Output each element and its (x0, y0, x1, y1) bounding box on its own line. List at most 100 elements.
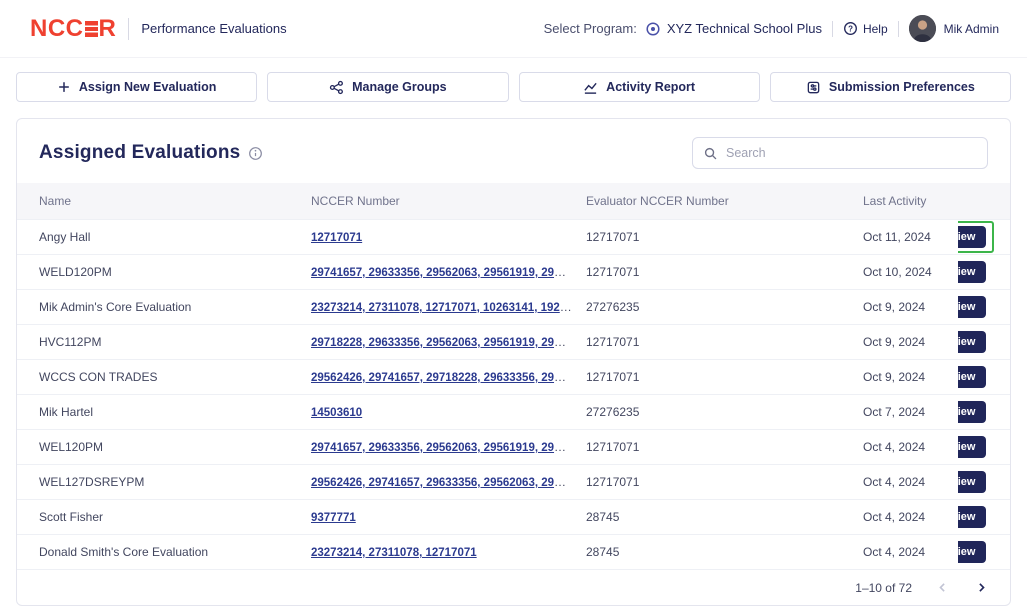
nccer-number-link[interactable]: 29562426, 29741657, 29718228, 29633356, … (311, 370, 586, 384)
table-row: WELD120PM 29741657, 29633356, 29562063, … (17, 254, 1010, 289)
logo-text-suffix: R (99, 15, 117, 43)
last-activity: Oct 4, 2024 (863, 475, 958, 489)
evaluation-name: WELD120PM (39, 265, 311, 279)
app-title: Performance Evaluations (141, 21, 286, 36)
evaluator-nccer-number: 12717071 (586, 370, 863, 384)
header-divider (898, 21, 899, 37)
table-header: Name NCCER Number Evaluator NCCER Number… (17, 183, 1010, 219)
user-menu[interactable]: Mik Admin (909, 15, 999, 42)
activity-report-label: Activity Report (606, 80, 695, 94)
logo-text-prefix: NCC (30, 15, 84, 43)
evaluator-nccer-number: 12717071 (586, 475, 863, 489)
evaluation-name: HVC112PM (39, 335, 311, 349)
activity-report-button[interactable]: Activity Report (519, 72, 760, 102)
view-button[interactable]: View (958, 296, 986, 318)
view-button-highlight: View (958, 501, 994, 533)
user-name: Mik Admin (944, 22, 999, 36)
help-button[interactable]: ? Help (843, 21, 888, 36)
evaluation-name: Scott Fisher (39, 510, 311, 524)
header-divider (128, 18, 129, 40)
previous-page-button[interactable] (934, 579, 951, 596)
evaluator-nccer-number: 12717071 (586, 440, 863, 454)
table-row: Scott Fisher 9377771 28745 Oct 4, 2024 V… (17, 499, 1010, 534)
program-target-icon (645, 21, 661, 37)
evaluation-name: Mik Hartel (39, 405, 311, 419)
view-button[interactable]: View (958, 226, 986, 248)
pagination-bar: 1–10 of 72 (17, 569, 1010, 605)
view-button-highlight: View (958, 256, 994, 288)
help-icon: ? (843, 21, 858, 36)
pagination-range: 1–10 of 72 (855, 581, 912, 595)
view-button-highlight: View (958, 326, 994, 358)
evaluation-name: WCCS CON TRADES (39, 370, 311, 384)
svg-text:?: ? (848, 24, 853, 33)
nccer-number-link[interactable]: 14503610 (311, 407, 362, 419)
table-row: Angy Hall 12717071 12717071 Oct 11, 2024… (17, 219, 1010, 254)
last-activity: Oct 4, 2024 (863, 510, 958, 524)
nccer-number-link[interactable]: 29718228, 29633356, 29562063, 29561919, … (311, 335, 586, 349)
view-button-highlight: View (958, 431, 994, 463)
evaluation-name: Donald Smith's Core Evaluation (39, 545, 311, 559)
assign-new-evaluation-button[interactable]: Assign New Evaluation (16, 72, 257, 102)
view-button-highlight: View (958, 396, 994, 428)
search-input[interactable] (726, 146, 977, 160)
view-button[interactable]: View (958, 261, 986, 283)
manage-groups-label: Manage Groups (352, 80, 446, 94)
nccer-logo: NCC R (30, 15, 116, 43)
view-button[interactable]: View (958, 471, 986, 493)
page-title: Assigned Evaluations (39, 142, 240, 164)
nccer-number-link[interactable]: 23273214, 27311078, 12717071, 10263141, … (311, 300, 586, 314)
view-button[interactable]: View (958, 401, 986, 423)
logo-e-icon (85, 21, 98, 37)
view-button[interactable]: View (958, 331, 986, 353)
program-name: XYZ Technical School Plus (667, 21, 822, 36)
column-header-nccer-number: NCCER Number (311, 194, 586, 208)
submission-preferences-button[interactable]: Submission Preferences (770, 72, 1011, 102)
search-box[interactable] (692, 137, 988, 169)
last-activity: Oct 4, 2024 (863, 440, 958, 454)
view-button-highlight: View (958, 466, 994, 498)
nccer-number-link[interactable]: 9377771 (311, 512, 356, 524)
last-activity: Oct 11, 2024 (863, 230, 958, 244)
evaluation-name: WEL120PM (39, 440, 311, 454)
last-activity: Oct 10, 2024 (863, 265, 958, 279)
view-button[interactable]: View (958, 436, 986, 458)
groups-icon (329, 80, 344, 95)
evaluator-nccer-number: 27276235 (586, 405, 863, 419)
view-button-highlight: View (958, 536, 994, 568)
nccer-number-link[interactable]: 23273214, 27311078, 12717071 (311, 547, 477, 559)
column-header-name: Name (39, 194, 311, 208)
view-button[interactable]: View (958, 541, 986, 563)
view-button[interactable]: View (958, 366, 986, 388)
view-button-highlight: View (958, 291, 994, 323)
select-program-label: Select Program: (544, 21, 637, 36)
submission-preferences-label: Submission Preferences (829, 80, 975, 94)
evaluation-name: Mik Admin's Core Evaluation (39, 300, 311, 314)
table-row: WCCS CON TRADES 29562426, 29741657, 2971… (17, 359, 1010, 394)
last-activity: Oct 9, 2024 (863, 370, 958, 384)
program-selector[interactable]: XYZ Technical School Plus (645, 21, 822, 37)
evaluation-name: Angy Hall (39, 230, 311, 244)
last-activity: Oct 9, 2024 (863, 300, 958, 314)
manage-groups-button[interactable]: Manage Groups (267, 72, 508, 102)
table-row: WEL127DSREYPM 29562426, 29741657, 296333… (17, 464, 1010, 499)
evaluator-nccer-number: 12717071 (586, 265, 863, 279)
nccer-number-link[interactable]: 12717071 (311, 232, 362, 244)
assigned-evaluations-card: Assigned Evaluations Name NCCER Number E… (16, 118, 1011, 606)
column-header-last-activity: Last Activity (863, 194, 958, 208)
evaluator-nccer-number: 12717071 (586, 230, 863, 244)
info-icon[interactable] (248, 146, 263, 161)
view-button[interactable]: View (958, 506, 986, 528)
column-header-evaluator: Evaluator NCCER Number (586, 194, 863, 208)
search-icon (703, 146, 718, 161)
last-activity: Oct 4, 2024 (863, 545, 958, 559)
evaluator-nccer-number: 27276235 (586, 300, 863, 314)
last-activity: Oct 7, 2024 (863, 405, 958, 419)
nccer-number-link[interactable]: 29741657, 29633356, 29562063, 29561919, … (311, 440, 586, 454)
table-row: WEL120PM 29741657, 29633356, 29562063, 2… (17, 429, 1010, 464)
nccer-number-link[interactable]: 29741657, 29633356, 29562063, 29561919, … (311, 265, 586, 279)
assign-new-evaluation-label: Assign New Evaluation (79, 80, 217, 94)
user-avatar (909, 15, 936, 42)
next-page-button[interactable] (973, 579, 990, 596)
nccer-number-link[interactable]: 29562426, 29741657, 29633356, 29562063, … (311, 475, 586, 489)
